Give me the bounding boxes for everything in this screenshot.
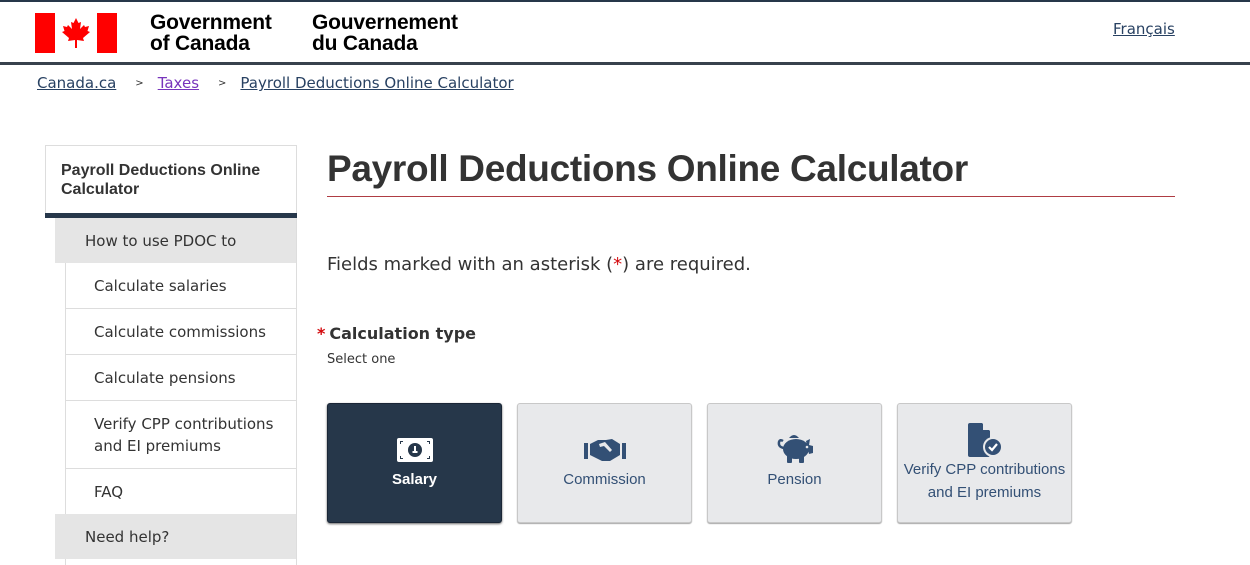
piggy-bank-icon <box>776 434 814 464</box>
sidenav-sublist: Calculate salaries Calculate commissions… <box>65 263 297 514</box>
handshake-icon <box>583 436 626 464</box>
required-asterisk: * <box>317 324 326 343</box>
option-label: Pension <box>767 470 822 488</box>
sidenav-item-verify-cpp-ei[interactable]: Verify CPP contributions and EI premiums <box>66 401 296 469</box>
option-label: Commission <box>563 470 646 488</box>
required-asterisk: * <box>613 254 623 275</box>
sidenav-title[interactable]: Payroll Deductions Online Calculator <box>45 145 297 213</box>
required-fields-note: Fields marked with an asterisk (*) are r… <box>327 254 751 275</box>
option-label: Verify CPP contributions and EI premiums <box>903 461 1066 501</box>
option-salary[interactable]: Salary <box>327 403 502 523</box>
option-verify-cpp-ei[interactable]: Verify CPP contributions and EI premiums <box>897 403 1072 523</box>
calculation-type-options: Salary Commission Pension Verify CPP con… <box>327 403 1072 523</box>
wordmark-fr-line2: du Canada <box>312 32 418 55</box>
site-header: Government of Canada Gouvernement du Can… <box>0 2 1250 62</box>
sidenav-group-need-help[interactable]: Need help? <box>55 514 297 559</box>
wordmark-english[interactable]: Government of Canada <box>150 12 272 54</box>
sidenav-item-calculate-commissions[interactable]: Calculate commissions <box>66 309 296 355</box>
language-toggle-link[interactable]: Français <box>1113 20 1175 38</box>
canada-flag-icon[interactable] <box>35 13 117 53</box>
page-title: Payroll Deductions Online Calculator <box>327 148 968 189</box>
title-underline <box>327 196 1175 197</box>
breadcrumb-separator: > <box>218 77 227 89</box>
required-note-text-end: ) are required. <box>622 254 751 275</box>
side-navigation: Payroll Deductions Online Calculator How… <box>45 145 297 565</box>
breadcrumb-pdoc[interactable]: Payroll Deductions Online Calculator <box>240 74 513 92</box>
required-note-text: Fields marked with an asterisk ( <box>327 254 614 275</box>
breadcrumb-separator: > <box>135 77 144 89</box>
breadcrumb-taxes[interactable]: Taxes <box>158 74 199 92</box>
wordmark-french[interactable]: Gouvernement du Canada <box>312 12 458 54</box>
option-commission[interactable]: Commission <box>517 403 692 523</box>
sidenav-tail <box>65 559 297 565</box>
sidenav-item-calculate-salaries[interactable]: Calculate salaries <box>66 263 296 309</box>
calculation-type-text: Calculation type <box>329 324 477 343</box>
breadcrumb: Canada.ca > Taxes > Payroll Deductions O… <box>37 74 514 92</box>
option-pension[interactable]: Pension <box>707 403 882 523</box>
option-label: Salary <box>391 470 438 488</box>
calculation-type-label: * Calculation type <box>317 324 476 343</box>
calculation-type-hint: Select one <box>327 352 396 367</box>
money-bill-icon <box>396 436 433 464</box>
file-check-icon <box>966 422 1004 458</box>
wordmark-en-line2: of Canada <box>150 32 250 55</box>
sidenav-group-how-to[interactable]: How to use PDOC to <box>55 218 297 263</box>
sidenav-item-calculate-pensions[interactable]: Calculate pensions <box>66 355 296 401</box>
sidenav-item-faq[interactable]: FAQ <box>66 469 296 514</box>
breadcrumb-canada-ca[interactable]: Canada.ca <box>37 74 116 92</box>
wordmark-en-line1: Government <box>150 11 272 34</box>
header-divider <box>0 62 1250 65</box>
wordmark-fr-line1: Gouvernement <box>312 11 458 34</box>
